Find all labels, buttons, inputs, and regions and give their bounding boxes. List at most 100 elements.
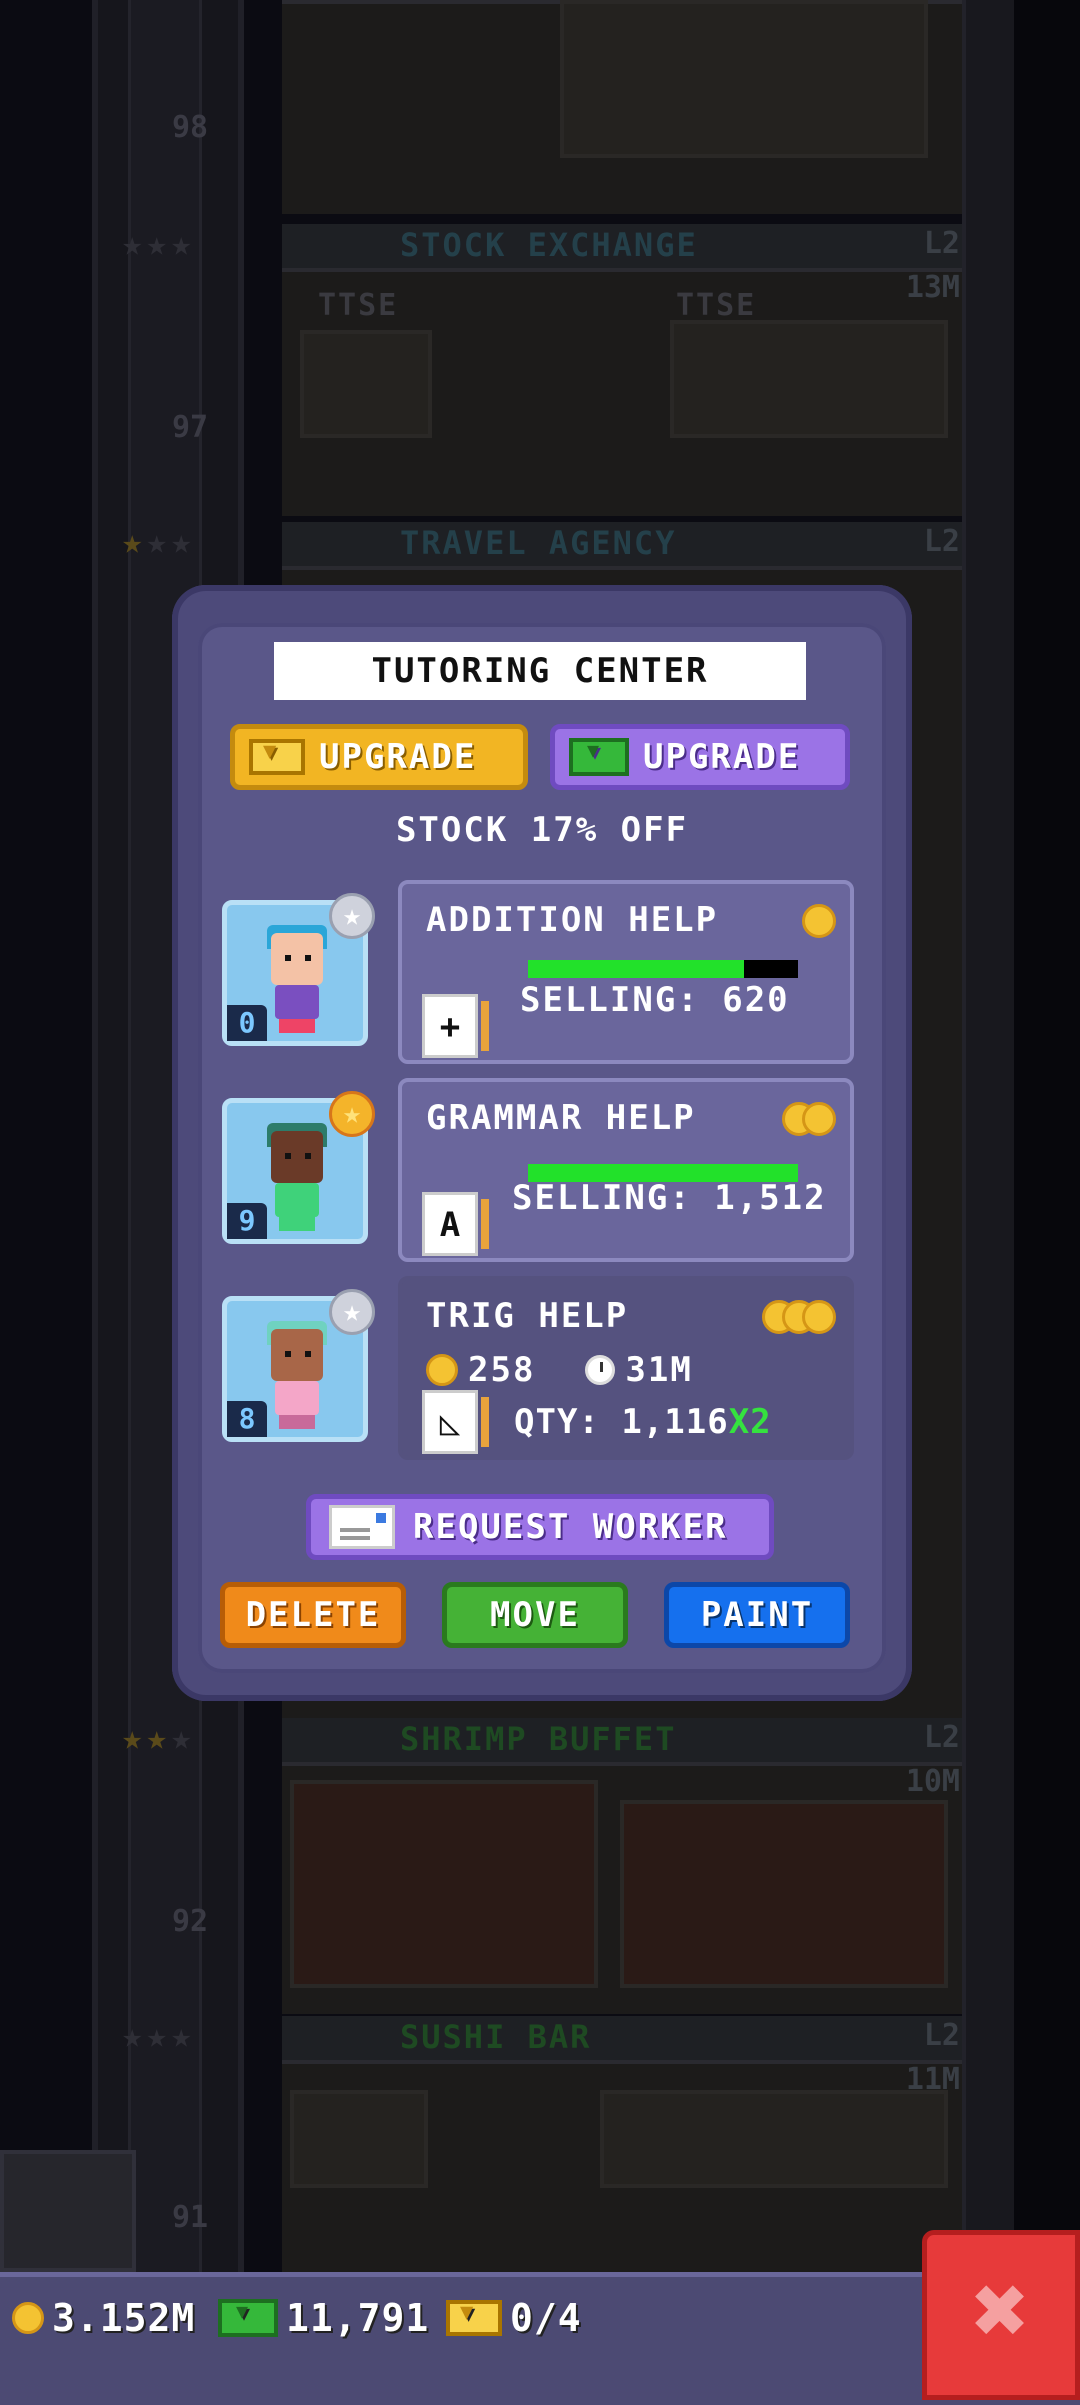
bux-counter: 11,791 xyxy=(218,2296,429,2340)
worker-avatar xyxy=(271,933,323,985)
night-sky xyxy=(1014,0,1080,2300)
floor-level: L2 xyxy=(923,2018,960,2053)
worker-legs xyxy=(279,1019,315,1033)
gold-star-icon: ★ xyxy=(329,1091,375,1137)
coin-tier-icon xyxy=(802,904,836,938)
floor-stars: ★★★ xyxy=(122,1718,196,1758)
worker-avatar xyxy=(271,1131,323,1183)
bux-value: 11,791 xyxy=(286,2296,430,2340)
eye xyxy=(305,1351,311,1357)
eye xyxy=(305,1153,311,1159)
floor-level: L2 xyxy=(923,524,960,559)
quantity-value: QTY: 1,116 xyxy=(514,1402,729,1442)
corner-menu-button[interactable] xyxy=(0,2150,136,2272)
upgrade-with-bux-button[interactable]: UPGRADE xyxy=(550,724,850,790)
sushi-shelves xyxy=(600,2090,948,2188)
ticker-board xyxy=(670,320,948,438)
buffet-counter xyxy=(290,1780,598,1988)
worker-slot-3[interactable]: 8 ★ xyxy=(222,1289,375,1442)
worker-level: 9 xyxy=(227,1203,267,1239)
product-name: TRIG HELP xyxy=(426,1296,629,1336)
room-sign: TTSE xyxy=(318,288,399,323)
coin-icon xyxy=(426,1354,458,1386)
tower-side-rail xyxy=(962,0,1018,2300)
worker-slot-2[interactable]: 9 ★ xyxy=(222,1091,375,1244)
eye xyxy=(285,1351,291,1357)
room-sign: TTSE xyxy=(676,288,757,323)
clock-icon xyxy=(585,1355,616,1385)
floor-name: TRAVEL AGENCY xyxy=(400,524,677,562)
chart-screen xyxy=(300,330,432,438)
floor-stars: ★★★ xyxy=(122,522,196,562)
bux-icon xyxy=(218,2299,278,2337)
floor-number: 91 xyxy=(171,2200,209,2235)
upgrade-label: UPGRADE xyxy=(643,737,801,777)
product-name: ADDITION HELP xyxy=(426,900,719,940)
floor-level: L2 xyxy=(923,226,960,261)
dialog-title: TUTORING CENTER xyxy=(274,642,806,700)
progress-fill xyxy=(528,960,744,978)
tickets-value: 0/4 xyxy=(510,2296,582,2340)
buffet-tables xyxy=(620,1800,948,1988)
restock-info: 258 31M xyxy=(426,1350,693,1390)
worker-slot-1[interactable]: 0 ★ xyxy=(222,893,375,1046)
floor-number: 97 xyxy=(171,410,209,445)
room-window xyxy=(560,0,928,158)
worker-shirt xyxy=(275,1183,319,1217)
floor-level: L2 xyxy=(923,1720,960,1755)
paint-button[interactable]: PAINT xyxy=(664,1582,850,1648)
multiplier: X2 xyxy=(728,1402,772,1442)
bux-icon xyxy=(569,738,629,776)
restock-quantity: QTY: 1,116X2 xyxy=(514,1402,772,1442)
worker-level: 8 xyxy=(227,1401,267,1437)
floor-band-sushi-bar[interactable] xyxy=(282,2016,962,2060)
worker-shirt xyxy=(275,985,319,1019)
floor-cost: 13M xyxy=(905,270,960,305)
delete-button[interactable]: DELETE xyxy=(220,1582,406,1648)
upgrade-with-tickets-button[interactable]: UPGRADE xyxy=(230,724,528,790)
floor-stars: ★★★ xyxy=(122,2016,196,2056)
ticket-icon xyxy=(446,2300,502,2336)
worker-legs xyxy=(279,1415,315,1429)
request-worker-label: REQUEST WORKER xyxy=(413,1507,728,1547)
selling-count: SELLING: 620 xyxy=(520,980,790,1020)
worker-avatar xyxy=(271,1329,323,1381)
grammar-card-icon: A xyxy=(422,1192,489,1256)
letter-icon xyxy=(329,1505,395,1549)
restock-time: 31M xyxy=(625,1350,693,1390)
request-worker-button[interactable]: REQUEST WORKER xyxy=(306,1494,774,1560)
silver-star-icon: ★ xyxy=(329,1289,375,1335)
upgrade-label: UPGRADE xyxy=(319,737,477,777)
coin-tier-icon xyxy=(782,1102,836,1136)
trig-card-icon: ◺ xyxy=(422,1390,489,1454)
floor-number: 92 xyxy=(171,1904,209,1939)
ticket-icon xyxy=(249,739,305,775)
product-name: GRAMMAR HELP xyxy=(426,1098,696,1138)
worker-legs xyxy=(279,1217,315,1231)
product-row-trig-help[interactable]: TRIG HELP 258 31M ◺ QTY: 1,116X2 xyxy=(398,1276,854,1460)
tickets-counter: 0/4 xyxy=(446,2296,582,2340)
product-row-grammar-help[interactable]: GRAMMAR HELP SELLING: 1,512 A xyxy=(398,1078,854,1262)
floor-cost: 10M xyxy=(905,1764,960,1799)
selling-count: SELLING: 1,512 xyxy=(512,1178,827,1218)
floor-number: 98 xyxy=(171,110,209,145)
floor-name: SUSHI BAR xyxy=(400,2018,592,2056)
eye xyxy=(305,955,311,961)
move-button[interactable]: MOVE xyxy=(442,1582,628,1648)
product-row-addition-help[interactable]: ADDITION HELP SELLING: 620 + xyxy=(398,880,854,1064)
eye xyxy=(285,1153,291,1159)
silver-star-icon: ★ xyxy=(329,893,375,939)
floor-name: SHRIMP BUFFET xyxy=(400,1720,677,1758)
sushi-window xyxy=(290,2090,428,2188)
stock-discount-note: STOCK 17% OFF xyxy=(395,810,689,850)
coins-value: 3.152M xyxy=(52,2296,196,2340)
worker-shirt xyxy=(275,1381,319,1415)
close-icon[interactable]: ✖ xyxy=(922,2230,1080,2400)
floor-name: STOCK EXCHANGE xyxy=(400,226,698,264)
coin-tier-icon xyxy=(762,1300,836,1334)
addition-card-icon: + xyxy=(422,994,489,1058)
eye xyxy=(285,955,291,961)
worker-level: 0 xyxy=(227,1005,267,1041)
floor-stars: ★★★ xyxy=(122,224,196,264)
coins-counter: 3.152M xyxy=(12,2296,195,2340)
